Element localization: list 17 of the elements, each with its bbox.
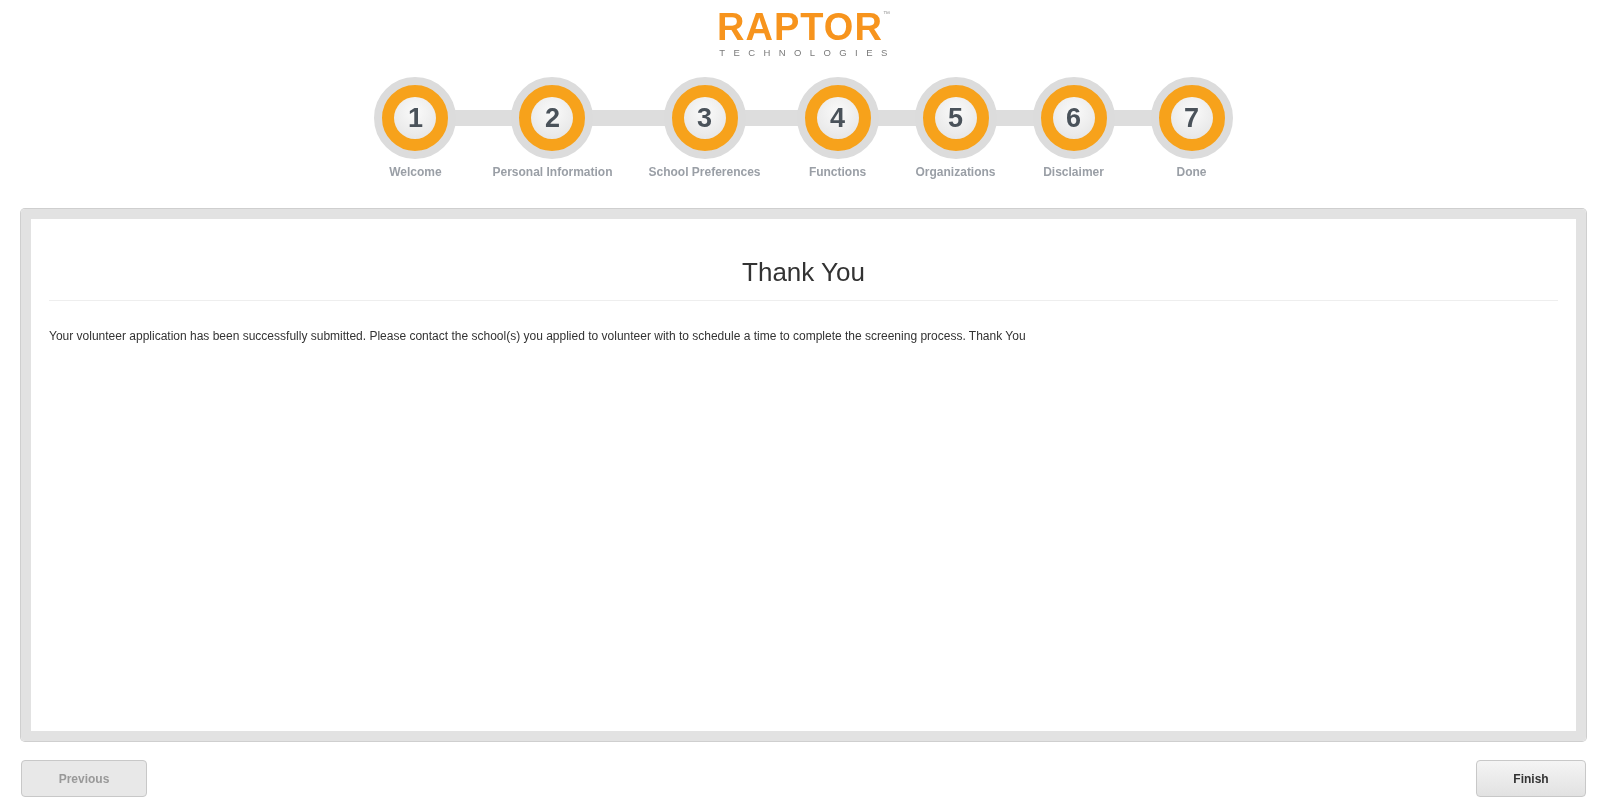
step-indicator[interactable]: 4 [796, 77, 879, 159]
step-label: Functions [808, 165, 867, 179]
step-label: Welcome [389, 165, 442, 179]
step-label: Disclaimer [1043, 165, 1104, 179]
step-indicator[interactable]: 7 [1150, 77, 1233, 159]
step-indicator[interactable]: 2 [511, 77, 594, 159]
step-indicator[interactable]: 3 [663, 77, 746, 159]
step-label: School Preferences [648, 165, 761, 179]
step-label: Personal Information [492, 165, 613, 179]
panel-title: Thank You [741, 257, 866, 288]
step-indicator[interactable]: 1 [374, 77, 457, 159]
finish-button[interactable]: Finish [1476, 760, 1586, 797]
step-label: Done [1176, 165, 1207, 179]
step-label: Organizations [915, 165, 996, 179]
step-indicator[interactable]: 5 [914, 77, 997, 159]
confirmation-message: Your volunteer application has been successfully submitted. Please contact the school(s) you applied to volunteer with to schedule a time to complete the screening process. Thank You [49, 329, 1027, 343]
step-indicator[interactable]: 6 [1032, 77, 1115, 159]
